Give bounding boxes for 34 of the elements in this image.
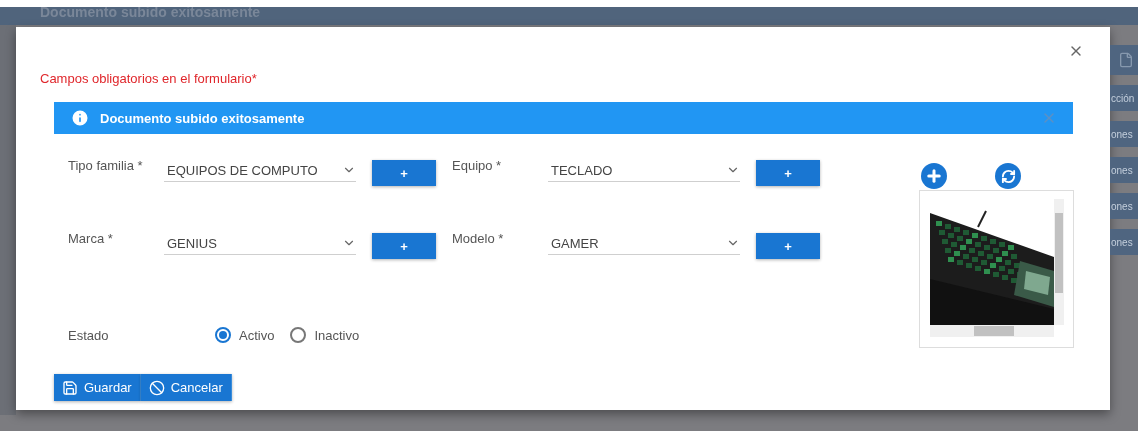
background-bar: ones <box>1110 121 1138 147</box>
file-icon <box>1118 52 1134 68</box>
radio-option[interactable]: Inactivo <box>290 327 360 343</box>
field-label: Equipo * <box>452 159 503 175</box>
info-icon <box>70 108 90 128</box>
background-bar: ones <box>1110 193 1138 219</box>
alert-message: Documento subido exitosamente <box>100 110 306 126</box>
select-field[interactable]: TECLADO <box>548 159 740 182</box>
cancel-button[interactable]: Cancelar <box>140 374 232 401</box>
select-field[interactable]: EQUIPOS DE COMPUTO <box>164 159 356 182</box>
save-button[interactable]: Guardar <box>54 374 141 401</box>
field-label: Estado <box>68 327 110 343</box>
scrollbar[interactable] <box>930 325 1054 337</box>
select-field[interactable]: GAMER <box>548 232 740 255</box>
add-button[interactable]: + <box>756 160 820 186</box>
plus-icon <box>925 167 943 185</box>
field-label: Modelo * <box>452 232 505 248</box>
background-bar: ones <box>1110 229 1138 255</box>
refresh-icon <box>1000 168 1016 184</box>
field-label: Marca * <box>68 232 114 248</box>
field-label: Tipo familia * <box>68 159 144 175</box>
select-field[interactable]: GENIUS <box>164 232 356 255</box>
background-bar: ones <box>1110 157 1138 183</box>
add-button[interactable]: + <box>372 233 436 259</box>
refresh-button[interactable] <box>995 163 1021 189</box>
radio-option[interactable]: Activo <box>215 327 275 343</box>
cancel-icon <box>148 379 165 396</box>
add-button[interactable]: + <box>756 233 820 259</box>
add-image-button[interactable] <box>921 163 947 189</box>
scrollbar[interactable] <box>1054 199 1064 325</box>
background-bar: cción <box>1110 85 1138 111</box>
add-button[interactable]: + <box>372 160 436 186</box>
required-note: Campos obligatorios en el formulario* <box>40 71 258 86</box>
save-icon <box>62 379 78 396</box>
